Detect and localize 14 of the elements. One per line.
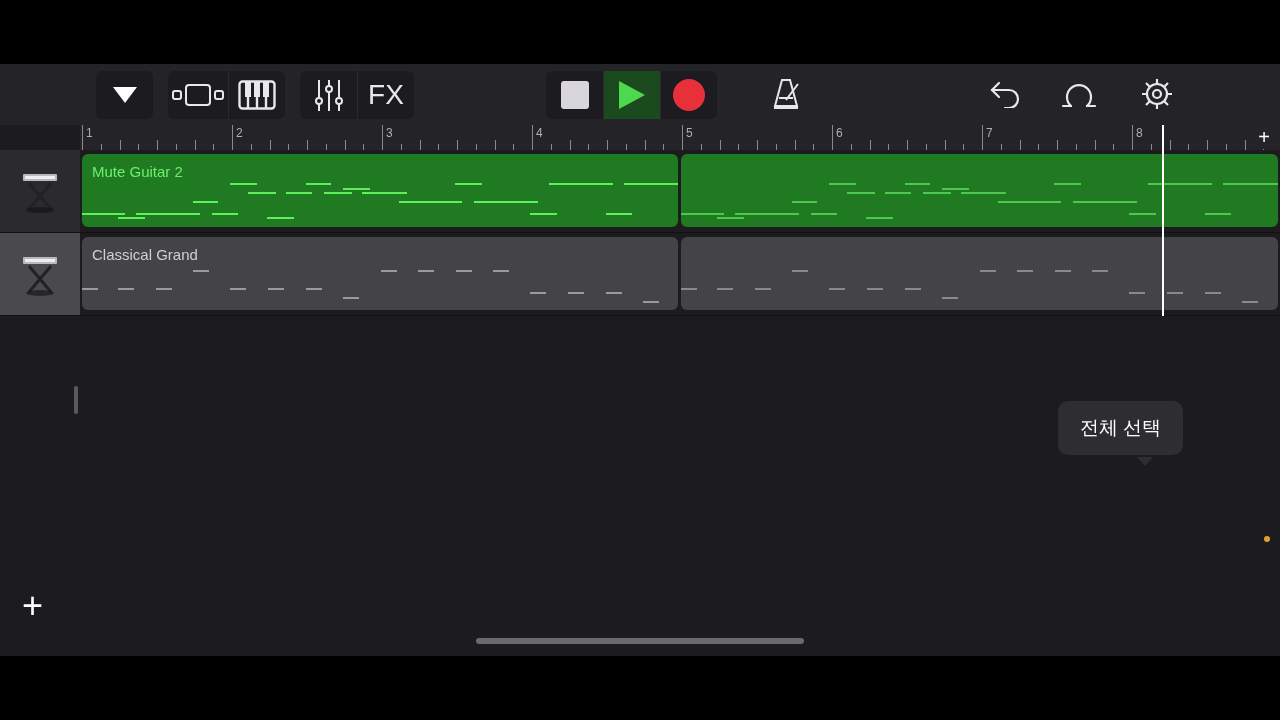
midi-region[interactable]: Classical Grand: [82, 237, 678, 310]
region-name: Mute Guitar 2: [92, 163, 183, 180]
bar-number: 1: [86, 126, 93, 140]
bar-number: 6: [836, 126, 843, 140]
midi-region[interactable]: Mute Guitar 2: [82, 154, 678, 227]
bar-number: 5: [686, 126, 693, 140]
bar-number: 8: [1136, 126, 1143, 140]
tooltip: 전체 선택: [1058, 401, 1184, 455]
bar-number: 2: [236, 126, 243, 140]
bar-number: 4: [536, 126, 543, 140]
add-track-button[interactable]: +: [22, 588, 44, 624]
region-name: Classical Grand: [92, 246, 198, 263]
bar-number: 7: [986, 126, 993, 140]
bar-number: 3: [386, 126, 393, 140]
